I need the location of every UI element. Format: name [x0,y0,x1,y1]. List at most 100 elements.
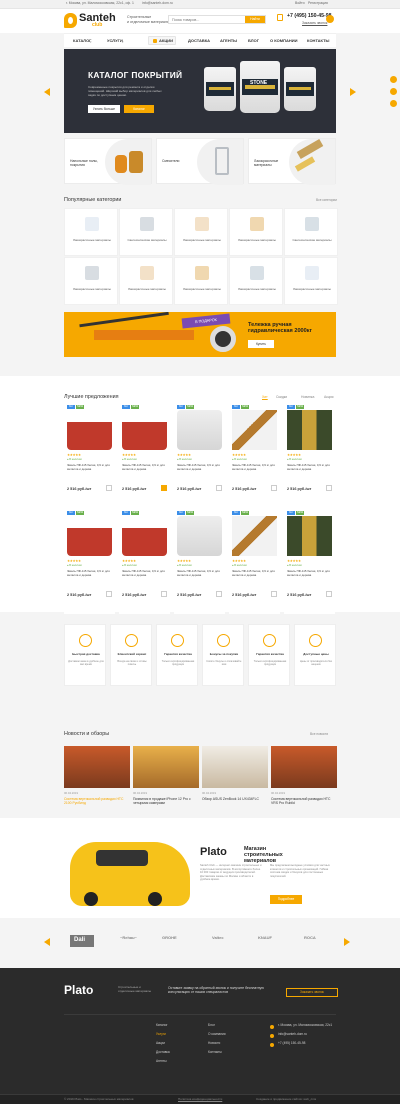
brands-next-icon[interactable] [344,938,350,946]
logo[interactable]: Santeh club [64,12,126,31]
promo-banner[interactable]: В ПОДАРОК Тележка ручная гидравлическая … [64,312,336,357]
product-card[interactable]: Хит NEW ★★★★★ ● В наличии Эмаль ПФ-115 белая… [229,404,280,508]
side-widget-icon[interactable] [390,76,397,83]
product-name[interactable]: Эмаль ПФ-115 белая, 0,9 кг для металла и… [232,464,278,479]
product-image[interactable] [232,516,277,556]
footer-link[interactable]: Каталог [156,1023,168,1028]
footer-link[interactable]: О компании [208,1032,226,1037]
category-card[interactable]: Лакокрасочные материалы [174,257,228,305]
side-widget-icon[interactable] [390,88,397,95]
footer-link[interactable]: Услуги [156,1032,166,1037]
cart-icon[interactable] [161,485,167,491]
brand-name[interactable]: Valtec [212,935,224,941]
news-title[interactable]: Система вертикальной разводки HTC 2100 Р… [64,797,130,805]
product-card[interactable]: Хит NEW ★★★★★ ● В наличии Эмаль ПФ-115 белая… [64,510,115,614]
next-arrow-icon[interactable] [350,88,356,96]
category-card[interactable]: Лакокрасочные материалы [229,208,283,256]
cart-icon[interactable] [106,485,112,491]
hero-catalog-button[interactable]: Каталог [124,105,154,113]
category-card[interactable]: Лакокрасочные материалы [174,208,228,256]
product-card[interactable]: Хит NEW ★★★★★ ● В наличии Эмаль ПФ-115 белая… [229,510,280,614]
promo-tile[interactable]: Смесители [156,138,244,185]
banner-buy-button[interactable]: Купить [248,340,274,348]
product-image[interactable] [232,410,277,450]
nav-catalog[interactable]: КАТАЛОГ [73,38,91,44]
product-name[interactable]: Эмаль ПФ-115 белая, 0,9 кг для металла и… [122,464,168,479]
product-card[interactable]: Хит NEW ★★★★★ ● В наличии Эмаль ПФ-115 белая… [64,404,115,508]
category-card[interactable]: Сантехнические материалы [119,208,173,256]
category-card[interactable]: Лакокрасочные материалы [229,257,283,305]
side-widget-icon[interactable] [390,100,397,107]
news-image[interactable] [271,746,337,788]
register-link[interactable]: Регистрация [308,1,328,6]
nav-contacts[interactable]: КОНТАКТЫ [307,38,329,44]
product-image[interactable] [67,410,112,450]
category-card[interactable]: Лакокрасочные материалы [64,208,118,256]
categories-all-link[interactable]: Все категории [316,198,337,203]
nav-blog[interactable]: БЛОГ [248,38,259,44]
product-name[interactable]: Эмаль ПФ-115 белая, 0,9 кг для металла и… [232,570,278,585]
footer-link[interactable]: Блог [208,1023,215,1028]
product-card[interactable]: Хит NEW ★★★★★ ● В наличии Эмаль ПФ-115 белая… [119,404,170,508]
footer-link[interactable]: Доставка [156,1050,170,1055]
phone-number[interactable]: +7 (495) 150-45-98 [287,13,332,20]
cart-icon[interactable] [326,15,334,23]
tab-promo[interactable]: Акция [324,395,333,400]
news-image[interactable] [133,746,199,788]
product-image[interactable] [177,516,222,556]
product-name[interactable]: Эмаль ПФ-115 белая, 0,9 кг для металла и… [177,570,223,585]
news-title[interactable]: Появился в продаже iPhone 12 Pro с четыр… [133,797,199,805]
cart-icon[interactable] [271,591,277,597]
nav-promo[interactable]: АКЦИИ [159,38,173,44]
footer-link[interactable]: Новости [208,1041,220,1046]
nav-agents[interactable]: АГЕНТЫ [220,38,237,44]
cart-icon[interactable] [271,485,277,491]
nav-services[interactable]: УСЛУГИ [107,38,123,44]
footer-link[interactable]: Контакты [208,1050,222,1055]
product-card[interactable]: Хит NEW ★★★★★ ● В наличии Эмаль ПФ-115 белая… [119,510,170,614]
product-card[interactable]: Хит NEW ★★★★★ ● В наличии Эмаль ПФ-115 белая… [174,510,225,614]
brand-name[interactable]: KNAUF [258,935,272,941]
footer-logo[interactable]: Plato [64,983,93,998]
category-card[interactable]: Лакокрасочные материалы [119,257,173,305]
product-name[interactable]: Эмаль ПФ-115 белая, 0,9 кг для металла и… [122,570,168,585]
news-card[interactable]: 06.04.2019 Система вертикальной разводки … [64,746,130,810]
nav-delivery[interactable]: ДОСТАВКА [188,38,210,44]
product-image[interactable] [177,410,222,450]
product-card[interactable]: Хит NEW ★★★★★ ● В наличии Эмаль ПФ-115 белая… [284,404,335,508]
prev-arrow-icon[interactable] [44,88,50,96]
cart-icon[interactable] [216,591,222,597]
product-image[interactable] [287,410,332,450]
product-card[interactable]: Хит NEW ★★★★★ ● В наличии Эмаль ПФ-115 белая… [174,404,225,508]
category-card[interactable]: Сантехнические материалы [284,208,338,256]
login-link[interactable]: Войти [295,1,305,6]
search-input[interactable] [172,17,242,23]
brand-name[interactable]: ~Rehau~ [120,935,137,941]
footer-contact[interactable]: +7 (495) 150-45-98 [278,1041,305,1046]
brand-name[interactable]: ROCA [304,935,316,941]
product-image[interactable] [67,516,112,556]
callback-link[interactable]: Заказать звонок [302,21,327,26]
search-button[interactable]: Найти [245,16,265,23]
nav-about[interactable]: О КОМПАНИИ [270,38,298,44]
promo-tile[interactable]: Лакокрасочные материалы [248,138,336,185]
cart-icon[interactable] [161,591,167,597]
tab-new[interactable]: Новинка [301,395,314,400]
footer-contact[interactable]: info@santeh-dom.ru [278,1032,307,1037]
news-title[interactable]: Система вертикальной разводки HTC VRS Pr… [271,797,337,805]
footer-callback-button[interactable]: Заказать звонок [286,988,338,997]
news-all-link[interactable]: Все новости [310,732,328,737]
news-image[interactable] [64,746,130,788]
product-name[interactable]: Эмаль ПФ-115 белая, 0,9 кг для металла и… [67,570,113,585]
tab-discounts[interactable]: Скидки [276,395,287,400]
product-name[interactable]: Эмаль ПФ-115 белая, 0,9 кг для металла и… [67,464,113,479]
promo-tile[interactable]: Напольные полы, покрытия [64,138,152,185]
news-card[interactable]: 06.04.2019 Обзор ASUS ZenBook 14 UX434FLC [202,746,268,810]
cart-icon[interactable] [106,591,112,597]
footer-link[interactable]: Агенты [156,1059,167,1064]
product-image[interactable] [122,410,167,450]
footer-contact[interactable]: г. Москва, ул. Маломосковская, 22с1 [278,1023,332,1028]
category-card[interactable]: Лакокрасочные материалы [284,257,338,305]
product-name[interactable]: Эмаль ПФ-115 белая, 0,9 кг для металла и… [287,570,333,585]
about-more-button[interactable]: Подробнее [270,895,302,904]
